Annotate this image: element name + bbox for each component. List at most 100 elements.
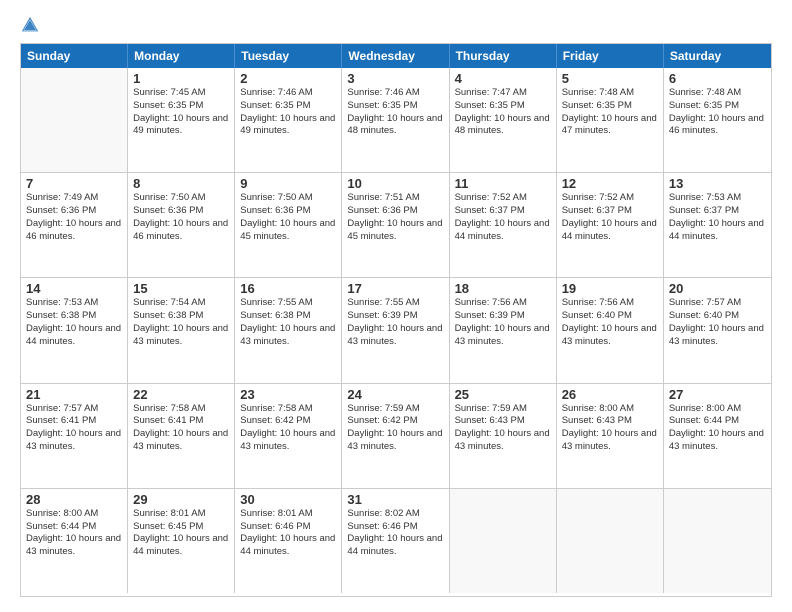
calendar-cell: 7Sunrise: 7:49 AMSunset: 6:36 PMDaylight…	[21, 173, 128, 277]
day-number: 11	[455, 176, 551, 191]
calendar-cell	[21, 68, 128, 172]
day-number: 18	[455, 281, 551, 296]
day-number: 26	[562, 387, 658, 402]
calendar-cell	[557, 489, 664, 593]
day-number: 5	[562, 71, 658, 86]
weekday-header-wednesday: Wednesday	[342, 44, 449, 68]
day-number: 9	[240, 176, 336, 191]
day-info: Sunrise: 7:56 AMSunset: 6:40 PMDaylight:…	[562, 297, 658, 348]
day-info: Sunrise: 7:45 AMSunset: 6:35 PMDaylight:…	[133, 87, 229, 138]
day-info: Sunrise: 7:47 AMSunset: 6:35 PMDaylight:…	[455, 87, 551, 138]
day-info: Sunrise: 7:48 AMSunset: 6:35 PMDaylight:…	[562, 87, 658, 138]
day-info: Sunrise: 7:54 AMSunset: 6:38 PMDaylight:…	[133, 297, 229, 348]
day-info: Sunrise: 8:01 AMSunset: 6:46 PMDaylight:…	[240, 508, 336, 559]
day-number: 15	[133, 281, 229, 296]
day-info: Sunrise: 7:52 AMSunset: 6:37 PMDaylight:…	[562, 192, 658, 243]
day-info: Sunrise: 7:58 AMSunset: 6:41 PMDaylight:…	[133, 403, 229, 454]
calendar-cell: 24Sunrise: 7:59 AMSunset: 6:42 PMDayligh…	[342, 384, 449, 488]
calendar-cell: 27Sunrise: 8:00 AMSunset: 6:44 PMDayligh…	[664, 384, 771, 488]
calendar-body: 1Sunrise: 7:45 AMSunset: 6:35 PMDaylight…	[21, 68, 771, 593]
day-info: Sunrise: 7:57 AMSunset: 6:41 PMDaylight:…	[26, 403, 122, 454]
calendar-cell: 20Sunrise: 7:57 AMSunset: 6:40 PMDayligh…	[664, 278, 771, 382]
day-number: 21	[26, 387, 122, 402]
day-number: 30	[240, 492, 336, 507]
calendar-cell: 10Sunrise: 7:51 AMSunset: 6:36 PMDayligh…	[342, 173, 449, 277]
day-number: 6	[669, 71, 766, 86]
calendar-cell: 16Sunrise: 7:55 AMSunset: 6:38 PMDayligh…	[235, 278, 342, 382]
calendar-row-4: 28Sunrise: 8:00 AMSunset: 6:44 PMDayligh…	[21, 489, 771, 593]
calendar-cell: 22Sunrise: 7:58 AMSunset: 6:41 PMDayligh…	[128, 384, 235, 488]
day-info: Sunrise: 7:55 AMSunset: 6:39 PMDaylight:…	[347, 297, 443, 348]
calendar-cell: 6Sunrise: 7:48 AMSunset: 6:35 PMDaylight…	[664, 68, 771, 172]
day-info: Sunrise: 7:49 AMSunset: 6:36 PMDaylight:…	[26, 192, 122, 243]
day-number: 16	[240, 281, 336, 296]
day-number: 17	[347, 281, 443, 296]
calendar-cell	[450, 489, 557, 593]
day-info: Sunrise: 8:00 AMSunset: 6:44 PMDaylight:…	[669, 403, 766, 454]
day-number: 4	[455, 71, 551, 86]
calendar-cell: 30Sunrise: 8:01 AMSunset: 6:46 PMDayligh…	[235, 489, 342, 593]
day-number: 12	[562, 176, 658, 191]
day-number: 31	[347, 492, 443, 507]
page: SundayMondayTuesdayWednesdayThursdayFrid…	[0, 0, 792, 612]
calendar-cell: 8Sunrise: 7:50 AMSunset: 6:36 PMDaylight…	[128, 173, 235, 277]
day-number: 29	[133, 492, 229, 507]
calendar-header: SundayMondayTuesdayWednesdayThursdayFrid…	[21, 44, 771, 68]
day-number: 2	[240, 71, 336, 86]
weekday-header-friday: Friday	[557, 44, 664, 68]
day-info: Sunrise: 8:00 AMSunset: 6:44 PMDaylight:…	[26, 508, 122, 559]
calendar-cell: 18Sunrise: 7:56 AMSunset: 6:39 PMDayligh…	[450, 278, 557, 382]
weekday-header-sunday: Sunday	[21, 44, 128, 68]
day-info: Sunrise: 7:55 AMSunset: 6:38 PMDaylight:…	[240, 297, 336, 348]
day-number: 28	[26, 492, 122, 507]
logo	[20, 15, 42, 35]
day-info: Sunrise: 7:58 AMSunset: 6:42 PMDaylight:…	[240, 403, 336, 454]
calendar: SundayMondayTuesdayWednesdayThursdayFrid…	[20, 43, 772, 597]
day-info: Sunrise: 7:53 AMSunset: 6:38 PMDaylight:…	[26, 297, 122, 348]
weekday-header-saturday: Saturday	[664, 44, 771, 68]
calendar-cell: 9Sunrise: 7:50 AMSunset: 6:36 PMDaylight…	[235, 173, 342, 277]
day-info: Sunrise: 7:56 AMSunset: 6:39 PMDaylight:…	[455, 297, 551, 348]
calendar-cell: 2Sunrise: 7:46 AMSunset: 6:35 PMDaylight…	[235, 68, 342, 172]
calendar-cell: 31Sunrise: 8:02 AMSunset: 6:46 PMDayligh…	[342, 489, 449, 593]
calendar-cell: 23Sunrise: 7:58 AMSunset: 6:42 PMDayligh…	[235, 384, 342, 488]
day-number: 3	[347, 71, 443, 86]
day-info: Sunrise: 7:50 AMSunset: 6:36 PMDaylight:…	[133, 192, 229, 243]
calendar-cell	[664, 489, 771, 593]
day-number: 10	[347, 176, 443, 191]
day-info: Sunrise: 7:46 AMSunset: 6:35 PMDaylight:…	[240, 87, 336, 138]
logo-icon	[20, 15, 40, 35]
weekday-header-tuesday: Tuesday	[235, 44, 342, 68]
day-number: 19	[562, 281, 658, 296]
calendar-cell: 15Sunrise: 7:54 AMSunset: 6:38 PMDayligh…	[128, 278, 235, 382]
day-number: 1	[133, 71, 229, 86]
calendar-cell: 25Sunrise: 7:59 AMSunset: 6:43 PMDayligh…	[450, 384, 557, 488]
day-info: Sunrise: 8:02 AMSunset: 6:46 PMDaylight:…	[347, 508, 443, 559]
day-info: Sunrise: 7:59 AMSunset: 6:43 PMDaylight:…	[455, 403, 551, 454]
day-number: 23	[240, 387, 336, 402]
calendar-row-3: 21Sunrise: 7:57 AMSunset: 6:41 PMDayligh…	[21, 384, 771, 489]
calendar-row-0: 1Sunrise: 7:45 AMSunset: 6:35 PMDaylight…	[21, 68, 771, 173]
calendar-row-1: 7Sunrise: 7:49 AMSunset: 6:36 PMDaylight…	[21, 173, 771, 278]
day-number: 7	[26, 176, 122, 191]
day-number: 22	[133, 387, 229, 402]
calendar-cell: 12Sunrise: 7:52 AMSunset: 6:37 PMDayligh…	[557, 173, 664, 277]
day-number: 13	[669, 176, 766, 191]
day-info: Sunrise: 7:48 AMSunset: 6:35 PMDaylight:…	[669, 87, 766, 138]
calendar-cell: 26Sunrise: 8:00 AMSunset: 6:43 PMDayligh…	[557, 384, 664, 488]
calendar-cell: 1Sunrise: 7:45 AMSunset: 6:35 PMDaylight…	[128, 68, 235, 172]
day-number: 20	[669, 281, 766, 296]
day-info: Sunrise: 7:50 AMSunset: 6:36 PMDaylight:…	[240, 192, 336, 243]
calendar-cell: 19Sunrise: 7:56 AMSunset: 6:40 PMDayligh…	[557, 278, 664, 382]
day-info: Sunrise: 7:52 AMSunset: 6:37 PMDaylight:…	[455, 192, 551, 243]
calendar-cell: 4Sunrise: 7:47 AMSunset: 6:35 PMDaylight…	[450, 68, 557, 172]
day-info: Sunrise: 8:01 AMSunset: 6:45 PMDaylight:…	[133, 508, 229, 559]
calendar-cell: 13Sunrise: 7:53 AMSunset: 6:37 PMDayligh…	[664, 173, 771, 277]
day-info: Sunrise: 8:00 AMSunset: 6:43 PMDaylight:…	[562, 403, 658, 454]
day-number: 24	[347, 387, 443, 402]
calendar-cell: 3Sunrise: 7:46 AMSunset: 6:35 PMDaylight…	[342, 68, 449, 172]
calendar-cell: 29Sunrise: 8:01 AMSunset: 6:45 PMDayligh…	[128, 489, 235, 593]
header	[20, 15, 772, 35]
calendar-row-2: 14Sunrise: 7:53 AMSunset: 6:38 PMDayligh…	[21, 278, 771, 383]
calendar-cell: 11Sunrise: 7:52 AMSunset: 6:37 PMDayligh…	[450, 173, 557, 277]
